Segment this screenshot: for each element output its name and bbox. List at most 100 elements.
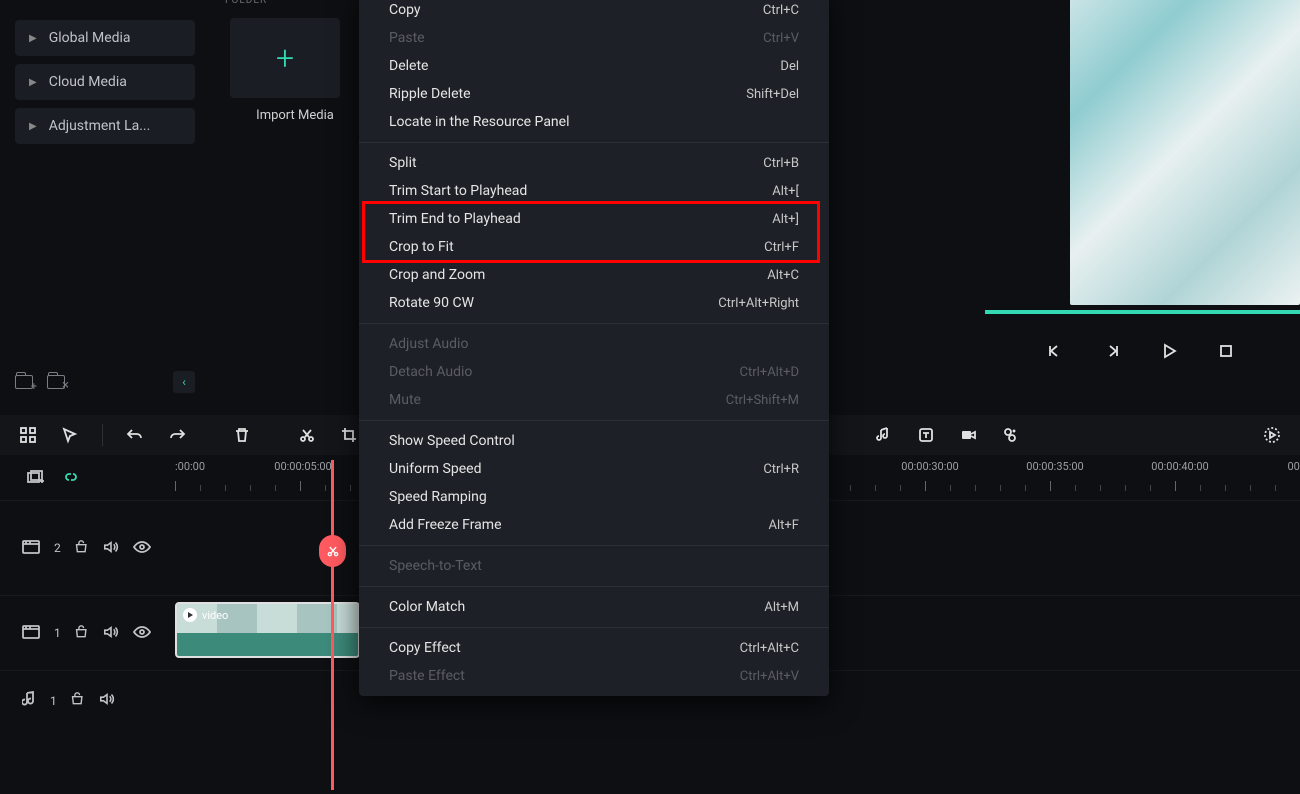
- menu-item-shortcut: Ctrl+Alt+Right: [718, 296, 799, 311]
- menu-item-shortcut: Ctrl+B: [763, 156, 799, 171]
- sidebar-item-label: Cloud Media: [49, 74, 127, 90]
- track-number: 1: [50, 694, 57, 708]
- audio-tool-icon[interactable]: [874, 425, 894, 445]
- menu-item-uniform-speed[interactable]: Uniform SpeedCtrl+R: [359, 455, 829, 483]
- mute-track-icon[interactable]: [103, 625, 119, 642]
- undo-icon[interactable]: [125, 425, 145, 445]
- menu-item-crop-to-fit[interactable]: Crop to FitCtrl+F: [359, 233, 829, 261]
- track-number: 2: [54, 541, 61, 555]
- menu-item-copy[interactable]: CopyCtrl+C: [359, 0, 829, 24]
- ruler-tick-label: 00:: [1287, 460, 1300, 473]
- menu-item-color-match[interactable]: Color MatchAlt+M: [359, 593, 829, 621]
- play-button[interactable]: [1158, 340, 1180, 362]
- sidebar-item-cloud-media[interactable]: ▶ Cloud Media: [15, 64, 195, 100]
- link-tracks-icon[interactable]: [61, 468, 81, 488]
- import-media-area: + Import Media: [230, 0, 360, 123]
- next-frame-button[interactable]: [1101, 340, 1123, 362]
- plus-icon: +: [276, 39, 294, 77]
- menu-item-label: Copy Effect: [389, 640, 461, 656]
- crop-tool-icon[interactable]: [339, 425, 359, 445]
- prev-frame-button[interactable]: [1044, 340, 1066, 362]
- playhead-handle[interactable]: [319, 535, 346, 567]
- preview-progress-bar[interactable]: [985, 310, 1300, 314]
- menu-item-shortcut: Ctrl+V: [763, 31, 799, 46]
- sidebar-item-label: Global Media: [49, 30, 131, 46]
- menu-item-shortcut: Del: [780, 59, 799, 74]
- visibility-icon[interactable]: [133, 626, 151, 641]
- text-tool-icon[interactable]: [916, 425, 936, 445]
- redo-icon[interactable]: [167, 425, 187, 445]
- visibility-icon[interactable]: [133, 541, 151, 556]
- menu-item-delete[interactable]: DeleteDel: [359, 52, 829, 80]
- menu-item-label: Uniform Speed: [389, 461, 481, 477]
- menu-item-label: Rotate 90 CW: [389, 295, 474, 311]
- import-media-button[interactable]: +: [230, 18, 340, 98]
- delete-icon[interactable]: [232, 425, 252, 445]
- menu-item-shortcut: Shift+Del: [746, 87, 799, 102]
- menu-item-label: Add Freeze Frame: [389, 517, 502, 533]
- menu-item-label: Trim End to Playhead: [389, 211, 521, 227]
- menu-separator: [359, 323, 829, 324]
- menu-item-label: Detach Audio: [389, 364, 472, 380]
- menu-item-shortcut: Alt+]: [772, 212, 799, 227]
- split-tool-icon[interactable]: [297, 425, 317, 445]
- clip-play-icon: [183, 608, 197, 622]
- new-folder-icon[interactable]: [15, 375, 33, 389]
- menu-item-ripple-delete[interactable]: Ripple DeleteShift+Del: [359, 80, 829, 108]
- menu-item-label: Paste Effect: [389, 668, 465, 684]
- clip-name: video: [202, 609, 228, 622]
- menu-item-label: Show Speed Control: [389, 433, 515, 449]
- lock-track-icon[interactable]: [71, 692, 85, 709]
- render-icon[interactable]: [1262, 425, 1282, 445]
- selection-tool-icon[interactable]: [60, 425, 80, 445]
- menu-item-paste: Paste Ctrl+V: [359, 24, 829, 52]
- menu-item-trim-start-to-playhead[interactable]: Trim Start to PlayheadAlt+[: [359, 177, 829, 205]
- menu-item-locate-in-the-resource-panel[interactable]: Locate in the Resource Panel: [359, 108, 829, 136]
- menu-item-shortcut: Ctrl+Alt+C: [740, 641, 799, 656]
- menu-separator: [359, 586, 829, 587]
- chevron-right-icon: ▶: [29, 33, 37, 44]
- menu-item-rotate-90-cw[interactable]: Rotate 90 CW Ctrl+Alt+Right: [359, 289, 829, 317]
- grid-tool-icon[interactable]: [18, 425, 38, 445]
- effects-tool-icon[interactable]: [1000, 425, 1020, 445]
- menu-item-shortcut: Alt+F: [769, 518, 799, 533]
- menu-item-add-freeze-frame[interactable]: Add Freeze Frame Alt+F: [359, 511, 829, 539]
- menu-item-detach-audio: Detach Audio Ctrl+Alt+D: [359, 358, 829, 386]
- chevron-right-icon: ▶: [29, 121, 37, 132]
- delete-folder-icon[interactable]: [47, 375, 65, 389]
- menu-item-label: Speed Ramping: [389, 489, 487, 505]
- menu-item-trim-end-to-playhead[interactable]: Trim End to Playhead Alt+]: [359, 205, 829, 233]
- lock-track-icon[interactable]: [75, 625, 89, 642]
- collapse-sidebar-button[interactable]: ‹: [173, 371, 195, 393]
- sidebar-item-global-media[interactable]: ▶ Global Media: [15, 20, 195, 56]
- ruler-tick-label: 00:00:35:00: [1026, 460, 1083, 473]
- menu-item-copy-effect[interactable]: Copy Effect Ctrl+Alt+C: [359, 634, 829, 662]
- ruler-tick-label: 00:00:40:00: [1151, 460, 1208, 473]
- ruler-tick-label: 00:00:30:00: [901, 460, 958, 473]
- mute-track-icon[interactable]: [103, 540, 119, 557]
- menu-item-label: Speech-to-Text: [389, 558, 482, 574]
- add-track-icon[interactable]: [25, 468, 45, 488]
- video-track-icon: [22, 540, 40, 557]
- lock-track-icon[interactable]: [75, 540, 89, 557]
- sidebar-item-adjustment-layer[interactable]: ▶ Adjustment La...: [15, 108, 195, 144]
- menu-item-label: Copy: [389, 2, 421, 18]
- preview-video-frame: [1070, 0, 1300, 305]
- menu-item-split[interactable]: SplitCtrl+B: [359, 149, 829, 177]
- menu-item-label: Paste: [389, 30, 425, 46]
- menu-item-label: Color Match: [389, 599, 465, 615]
- menu-item-speed-ramping[interactable]: Speed Ramping: [359, 483, 829, 511]
- menu-item-crop-and-zoom[interactable]: Crop and ZoomAlt+C: [359, 261, 829, 289]
- menu-item-shortcut: Ctrl+Alt+D: [740, 365, 799, 380]
- menu-item-shortcut: Ctrl+F: [764, 240, 799, 255]
- media-sidebar: ▶ Global Media ▶ Cloud Media ▶ Adjustmen…: [0, 0, 210, 405]
- sidebar-item-label: Adjustment La...: [49, 118, 151, 134]
- mute-track-icon[interactable]: [99, 692, 115, 709]
- preview-panel: [970, 0, 1300, 400]
- record-tool-icon[interactable]: [958, 425, 978, 445]
- menu-item-show-speed-control[interactable]: Show Speed Control: [359, 427, 829, 455]
- menu-item-label: Adjust Audio: [389, 336, 468, 352]
- playhead[interactable]: [331, 460, 334, 790]
- stop-button[interactable]: [1215, 340, 1237, 362]
- menu-item-paste-effect: Paste EffectCtrl+Alt+V: [359, 662, 829, 690]
